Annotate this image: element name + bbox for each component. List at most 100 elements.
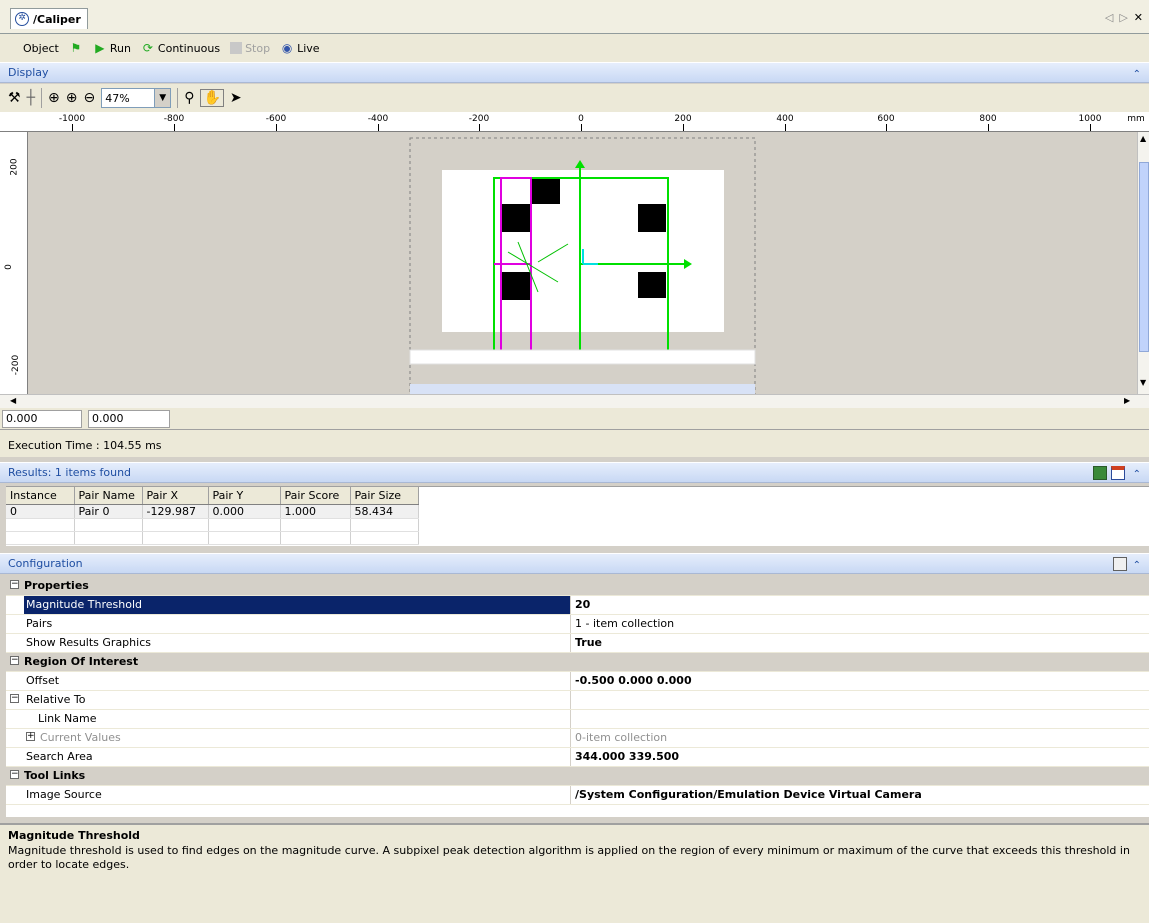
scroll-thumb[interactable]	[1139, 162, 1149, 352]
property-relative-to[interactable]: − Relative To	[6, 691, 1149, 710]
ruler-label: -200	[11, 354, 22, 376]
category-region-of-interest[interactable]: − Region Of Interest	[6, 653, 1149, 672]
chevron-down-icon[interactable]: ▼	[154, 89, 171, 107]
run-label: Run	[109, 41, 131, 55]
crosshair-icon[interactable]: ┼	[27, 90, 35, 106]
column-header[interactable]: Pair Score	[280, 487, 351, 505]
scroll-down-icon[interactable]: ▼	[1140, 378, 1146, 387]
ruler-label: -800	[163, 114, 185, 124]
execution-time: Execution Time : 104.55 ms	[0, 430, 1149, 457]
property-value[interactable]	[571, 691, 1149, 709]
category-tool-links[interactable]: − Tool Links	[6, 767, 1149, 786]
tab-caliper[interactable]: ✲ /Caliper	[10, 8, 88, 29]
collapse-box-icon[interactable]: −	[10, 580, 19, 589]
scroll-left-icon[interactable]: ◁	[1105, 11, 1113, 24]
table-row-empty	[6, 531, 419, 545]
property-name: Search Area	[24, 748, 571, 766]
tab-title: /Caliper	[33, 12, 81, 26]
results-header[interactable]: Results: 1 items found ⌃	[0, 462, 1149, 483]
ruler-label: 0	[578, 114, 584, 124]
pan-hand-icon[interactable]: ✋	[200, 89, 224, 107]
table-row-empty	[6, 518, 419, 532]
description-panel: Magnitude Threshold Magnitude threshold …	[0, 823, 1149, 923]
collapse-box-icon[interactable]: −	[10, 770, 19, 779]
property-offset[interactable]: Offset -0.500 0.000 0.000	[6, 672, 1149, 691]
horizontal-scrollbar[interactable]: ◀ ▶	[0, 394, 1149, 408]
column-header[interactable]: Pair X	[142, 487, 209, 505]
continuous-button[interactable]: ⟳ Continuous	[138, 38, 223, 58]
window-icon[interactable]	[1111, 466, 1125, 480]
object-button[interactable]: Object	[20, 38, 62, 58]
object-label: Object	[23, 41, 59, 55]
property-link-name[interactable]: Link Name	[6, 710, 1149, 729]
category-properties[interactable]: − Properties	[6, 577, 1149, 596]
column-header[interactable]: Pair Y	[208, 487, 281, 505]
property-value[interactable]	[571, 710, 1149, 728]
property-show-results-graphics[interactable]: Show Results Graphics True	[6, 634, 1149, 653]
ruler-label: -200	[468, 114, 490, 124]
magnifier-icon[interactable]: ⚲	[184, 90, 194, 106]
horizontal-ruler: -1000 -800 -600 -400 -200 0 200 400 600 …	[0, 112, 1149, 132]
table-cell: Pair 0	[74, 504, 143, 519]
column-header[interactable]: Instance	[6, 487, 75, 505]
stop-label: Stop	[245, 41, 271, 55]
property-pairs[interactable]: Pairs 1 - item collection	[6, 615, 1149, 634]
stop-button[interactable]: Stop	[227, 38, 273, 58]
property-value[interactable]: True	[571, 634, 1149, 652]
ruler-label: 800	[979, 114, 997, 124]
display-toolbar: ⚒ ┼ ⊕ ⊕ ⊖ 47% ▼ ⚲ ✋ ➤	[0, 84, 1149, 112]
collapse-box-icon[interactable]: −	[10, 694, 19, 703]
property-value[interactable]: 344.000 339.500	[571, 748, 1149, 766]
image-display-canvas[interactable]	[28, 132, 1137, 394]
column-header[interactable]: Pair Name	[74, 487, 143, 505]
zoom-select[interactable]: 47% ▼	[101, 88, 172, 108]
table-row[interactable]: 0 Pair 0 -129.987 0.000 1.000 58.434	[6, 504, 419, 519]
property-magnitude-threshold[interactable]: Magnitude Threshold 20	[6, 596, 1149, 615]
property-image-source[interactable]: Image Source /System Configuration/Emula…	[6, 786, 1149, 805]
pointer-icon[interactable]: ➤	[230, 90, 242, 106]
scroll-right-icon[interactable]: ▶	[1124, 396, 1130, 405]
coordinates-bar: 0.000 0.000	[0, 408, 1149, 430]
scroll-up-icon[interactable]: ▲	[1140, 134, 1146, 143]
property-name: Link Name	[24, 710, 571, 728]
ruler-label: 600	[877, 114, 895, 124]
property-value[interactable]: -0.500 0.000 0.000	[571, 672, 1149, 690]
zoom-in-icon[interactable]: ⊕	[48, 90, 60, 106]
vertical-ruler: 200 0 -200	[0, 132, 28, 394]
zoom-fit-icon[interactable]: ⊕	[66, 90, 78, 106]
property-name: Magnitude Threshold	[24, 596, 571, 614]
category-label: Region Of Interest	[24, 655, 139, 668]
property-search-area[interactable]: Search Area 344.000 339.500	[6, 748, 1149, 767]
property-name: Image Source	[24, 786, 571, 804]
export-icon[interactable]	[1093, 466, 1107, 480]
property-current-values[interactable]: + Current Values 0-item collection	[6, 729, 1149, 748]
close-icon[interactable]: ✕	[1134, 11, 1143, 24]
collapse-icon[interactable]: ⌃	[1133, 65, 1141, 85]
vertical-scrollbar[interactable]: ▲ ▼	[1137, 132, 1149, 394]
property-value[interactable]: 1 - item collection	[571, 615, 1149, 633]
description-title: Magnitude Threshold	[8, 829, 140, 842]
category-label: Properties	[24, 579, 89, 592]
configuration-header[interactable]: Configuration ⌃	[0, 553, 1149, 574]
zoom-out-icon[interactable]: ⊖	[83, 90, 95, 106]
scroll-left-icon[interactable]: ◀	[10, 396, 16, 405]
collapse-icon[interactable]: ⌃	[1133, 465, 1141, 485]
window-icon[interactable]	[1113, 557, 1127, 571]
camera-icon: ◉	[281, 41, 293, 55]
collapse-box-icon[interactable]: −	[10, 656, 19, 665]
live-button[interactable]: ◉ Live	[277, 38, 322, 58]
column-header[interactable]: Pair Size	[350, 487, 419, 505]
property-value[interactable]: 20	[571, 596, 1149, 614]
collapse-icon[interactable]: ⌃	[1133, 556, 1141, 576]
property-value: 0-item collection	[575, 731, 668, 744]
flag-button[interactable]: ⚑	[66, 38, 86, 58]
continuous-label: Continuous	[157, 41, 221, 55]
scroll-right-icon[interactable]: ▷	[1119, 11, 1127, 24]
display-header[interactable]: Display ⌃	[0, 62, 1149, 83]
tools-icon[interactable]: ⚒	[8, 90, 21, 106]
coord-y-field: 0.000	[88, 410, 170, 428]
results-title: Results: 1 items found	[8, 466, 132, 479]
ruler-label: 400	[776, 114, 794, 124]
property-value[interactable]: /System Configuration/Emulation Device V…	[571, 786, 1149, 804]
run-button[interactable]: ▶ Run	[90, 38, 134, 58]
